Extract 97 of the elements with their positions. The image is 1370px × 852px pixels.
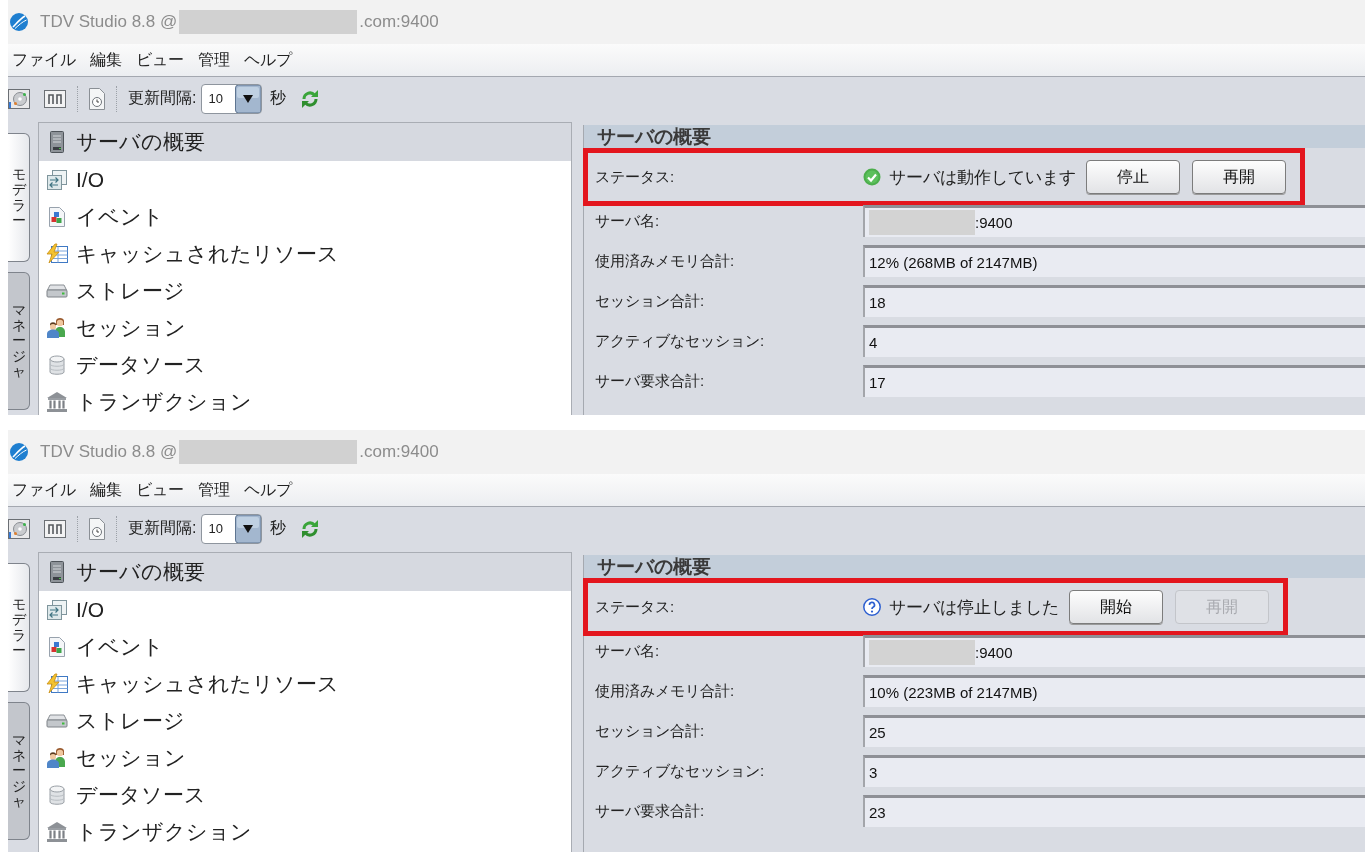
side-tab[interactable]: モデラー <box>8 563 30 692</box>
action-button[interactable]: 開始 <box>1069 590 1163 624</box>
tree-item[interactable]: トランザクション <box>39 813 571 850</box>
bank-icon <box>46 820 68 843</box>
menu-item[interactable]: ビュー <box>136 479 184 501</box>
tree-item[interactable]: トランザクション <box>39 383 571 415</box>
database-icon <box>46 353 68 376</box>
caret-icon <box>235 84 262 113</box>
page-blocks-icon <box>46 205 68 228</box>
tree-item[interactable]: ストレージ <box>39 272 571 309</box>
tree-item[interactable]: データソース <box>39 346 571 383</box>
value-field: 12% (268MB of 2147MB) <box>863 245 1365 277</box>
tree-item[interactable]: イベント <box>39 628 571 665</box>
lightning-table-icon <box>46 242 68 265</box>
interval-label: 更新間隔: <box>128 518 197 538</box>
document-clock-icon[interactable] <box>89 517 105 540</box>
side-tab[interactable]: マネージャ <box>8 702 30 840</box>
interval-dropdown[interactable]: 10 <box>201 513 263 544</box>
unit-label: 秒 <box>270 518 287 538</box>
disc-picture-icon[interactable] <box>8 518 30 539</box>
value-field: 18 <box>863 285 1365 317</box>
status-text: サーバは停止しました <box>889 596 1059 619</box>
value-field: 3 <box>863 755 1365 787</box>
document-arrows-icon <box>46 598 68 621</box>
caret-icon <box>235 514 262 543</box>
section-title: サーバの概要 <box>584 555 1365 578</box>
question-circle-icon <box>863 598 881 616</box>
menu-item[interactable]: 管理 <box>198 49 230 71</box>
page-blocks-icon <box>46 635 68 658</box>
field-label: アクティブなセッション: <box>594 331 766 351</box>
side-tab[interactable]: モデラー <box>8 133 30 262</box>
field-label: サーバ名: <box>594 641 661 661</box>
window-title-host: .com:9400 <box>359 442 439 462</box>
tree-item[interactable]: キャッシュされたリソース <box>39 235 571 272</box>
lightning-table-icon <box>46 672 68 695</box>
menu-item[interactable]: ファイル <box>12 479 76 501</box>
server-icon <box>48 561 66 583</box>
menu-item[interactable]: 編集 <box>90 49 122 71</box>
field-label: セッション合計: <box>594 291 706 311</box>
tree-item[interactable]: I/O <box>39 591 571 628</box>
tree-item[interactable]: セッション <box>39 739 571 776</box>
database-icon <box>46 783 68 806</box>
refresh-icon[interactable] <box>300 88 321 109</box>
field-label: 使用済みメモリ合計: <box>594 681 736 701</box>
tree-item[interactable]: イベント <box>39 198 571 235</box>
window-title-host: .com:9400 <box>359 12 439 32</box>
columns-icon[interactable] <box>44 519 66 538</box>
value-field: 23 <box>863 795 1365 827</box>
unit-label: 秒 <box>270 88 287 108</box>
tree-header-title: サーバの概要 <box>76 129 205 155</box>
field-label: アクティブなセッション: <box>594 761 766 781</box>
tree-header-title: サーバの概要 <box>76 559 205 585</box>
action-button[interactable]: 再開 <box>1192 160 1286 194</box>
document-clock-icon[interactable] <box>89 87 105 110</box>
field-label: ステータス: <box>595 597 676 617</box>
action-button[interactable]: 停止 <box>1086 160 1180 194</box>
field-label: サーバ名: <box>594 211 661 231</box>
value-field: 25 <box>863 715 1365 747</box>
check-circle-icon <box>863 168 881 186</box>
side-tab[interactable]: マネージャ <box>8 272 30 410</box>
tree-item[interactable]: キャッシュされたリソース <box>39 665 571 702</box>
tree-item[interactable]: セッション <box>39 309 571 346</box>
document-arrows-icon <box>46 168 68 191</box>
columns-icon[interactable] <box>44 89 66 108</box>
status-text: サーバは動作しています <box>889 166 1076 189</box>
tree-item[interactable]: データソース <box>39 776 571 813</box>
value-field: :9400 <box>863 205 1365 237</box>
value-field: 17 <box>863 365 1365 397</box>
field-label: 使用済みメモリ合計: <box>594 251 736 271</box>
field-label: サーバ要求合計: <box>594 801 706 821</box>
app-logo-icon <box>10 13 28 31</box>
field-label: セッション合計: <box>594 721 706 741</box>
menu-item[interactable]: 管理 <box>198 479 230 501</box>
bank-icon <box>46 390 68 413</box>
field-label: サーバ要求合計: <box>594 371 706 391</box>
field-label: ステータス: <box>595 167 676 187</box>
menu-item[interactable]: ファイル <box>12 49 76 71</box>
tree-item[interactable]: ストレージ <box>39 702 571 739</box>
disc-picture-icon[interactable] <box>8 88 30 109</box>
app-logo-icon <box>10 443 28 461</box>
window-title: TDV Studio 8.8 @ <box>40 12 178 32</box>
interval-label: 更新間隔: <box>128 88 197 108</box>
server-icon <box>48 131 66 153</box>
menu-item[interactable]: ヘルプ <box>244 49 292 71</box>
refresh-icon[interactable] <box>300 518 321 539</box>
value-field: 4 <box>863 325 1365 357</box>
interval-dropdown[interactable]: 10 <box>201 83 263 114</box>
menu-item[interactable]: ビュー <box>136 49 184 71</box>
section-title: サーバの概要 <box>584 125 1365 148</box>
window-title: TDV Studio 8.8 @ <box>40 442 178 462</box>
people-icon <box>46 316 68 339</box>
menu-item[interactable]: 編集 <box>90 479 122 501</box>
value-field: 10% (223MB of 2147MB) <box>863 675 1365 707</box>
value-field: :9400 <box>863 635 1365 667</box>
menu-item[interactable]: ヘルプ <box>244 479 292 501</box>
people-icon <box>46 746 68 769</box>
tree-item[interactable]: I/O <box>39 161 571 198</box>
